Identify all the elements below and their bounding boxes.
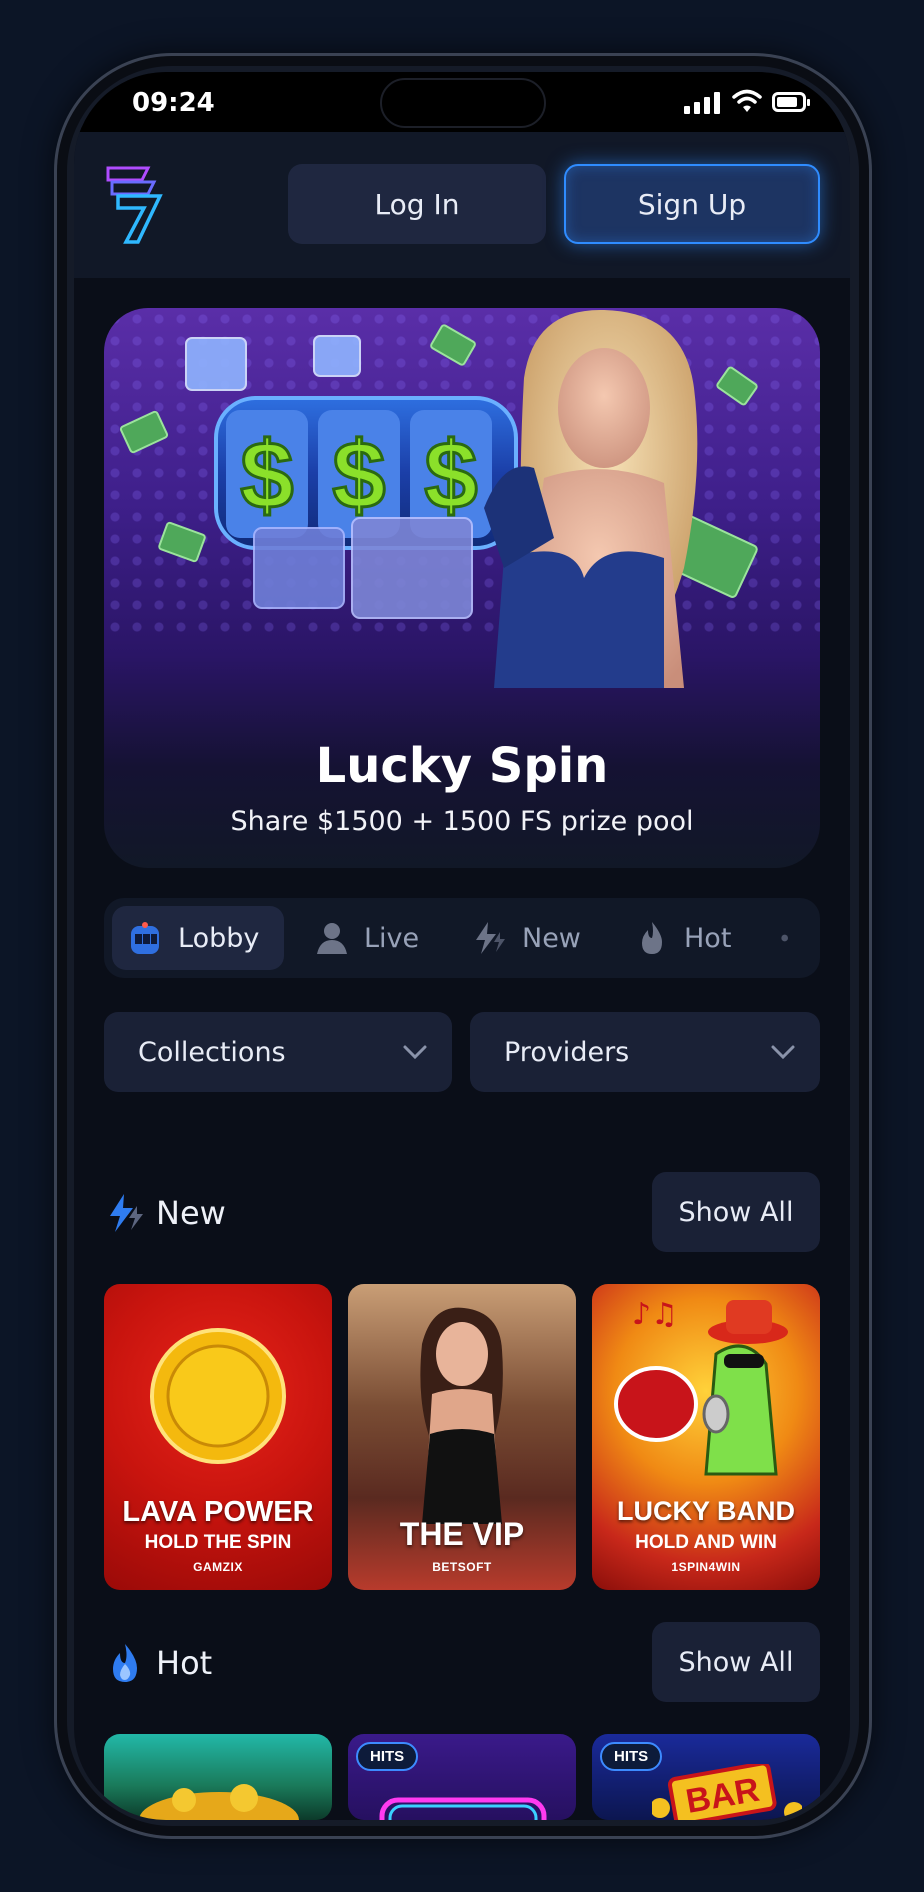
new-show-all-button[interactable]: Show All <box>652 1172 820 1252</box>
tab-lobby-label: Lobby <box>178 922 260 954</box>
svg-text:$: $ <box>424 422 477 529</box>
game-card-lucky-band[interactable]: ♪♫ LUCKY BAND HOLD AND WIN 1SPIN4WIN <box>592 1284 820 1590</box>
banner-title: Lucky Spin <box>315 738 609 794</box>
game-title: THE VIP <box>399 1516 525 1552</box>
svg-text:♪♫: ♪♫ <box>632 1297 678 1332</box>
vip-woman-art <box>420 1307 503 1524</box>
tab-new-label: New <box>522 922 581 954</box>
login-button[interactable]: Log In <box>288 164 546 244</box>
status-time: 09:24 <box>132 88 215 118</box>
game-subtitle: HOLD AND WIN <box>635 1532 777 1553</box>
game-card-the-vip[interactable]: THE VIP BETSOFT <box>348 1284 576 1590</box>
slot-machine-icon <box>131 922 159 954</box>
hot-title-label: Hot <box>156 1644 213 1682</box>
lucky-spin-artwork: $ $ $ <box>119 309 758 688</box>
tab-more-partial[interactable] <box>768 906 808 970</box>
game-subtitle: HOLD THE SPIN <box>144 1532 292 1553</box>
tab-hot[interactable]: Hot <box>618 906 747 970</box>
tab-lobby[interactable]: Lobby <box>112 906 284 970</box>
status-bar: 09:24 <box>74 72 850 132</box>
flame-icon <box>113 1644 137 1682</box>
top-header: Log In Sign Up <box>74 132 850 278</box>
wifi-icon <box>732 89 762 112</box>
gold-pile-art <box>139 1784 299 1820</box>
game-card-hot-2[interactable]: HITS <box>348 1734 576 1820</box>
signup-button[interactable]: Sign Up <box>564 164 820 244</box>
hot-show-all-button[interactable]: Show All <box>652 1622 820 1702</box>
app-screen: 09:24 Log In Sign Up $ $ $ Lucky Spin Sh… <box>74 72 850 1820</box>
battery-icon <box>772 92 810 112</box>
dynamic-island <box>380 78 546 128</box>
game-title: LAVA POWER <box>122 1496 314 1528</box>
tab-hot-label: Hot <box>684 922 732 954</box>
neon-frame-art <box>379 1797 547 1820</box>
game-card-lava-power[interactable]: LAVA POWER HOLD THE SPIN GAMZIX <box>104 1284 332 1590</box>
providers-label: Providers <box>504 1036 630 1068</box>
game-provider: BETSOFT <box>432 1560 492 1574</box>
hits-badge: HITS <box>600 1742 663 1771</box>
new-section-title: New <box>104 1192 226 1234</box>
partial-tab-icon <box>781 934 788 942</box>
promo-banner[interactable]: $ $ $ Lucky Spin Share $1500 + 1500 FS p… <box>104 308 820 868</box>
gold-coin-art <box>150 1328 286 1464</box>
banner-subtitle: Share $1500 + 1500 FS prize pool <box>230 806 694 837</box>
dealer-icon <box>317 923 347 954</box>
collections-dropdown[interactable]: Collections <box>104 1012 452 1092</box>
flame-icon <box>642 922 662 954</box>
game-provider: 1SPIN4WIN <box>671 1560 741 1574</box>
tab-new[interactable]: New <box>456 906 597 970</box>
lightning-icon <box>476 922 505 954</box>
chevron-down-icon <box>403 1045 427 1060</box>
lightning-icon <box>110 1194 143 1232</box>
hot-section-title: Hot <box>104 1642 212 1684</box>
bar-sign-art: BAR <box>652 1764 802 1820</box>
game-title: LUCKY BAND <box>616 1496 795 1526</box>
tab-live[interactable]: Live <box>298 906 435 970</box>
chevron-down-icon <box>771 1045 795 1060</box>
tab-live-label: Live <box>364 922 420 954</box>
providers-dropdown[interactable]: Providers <box>470 1012 820 1092</box>
svg-text:$: $ <box>240 422 293 529</box>
new-title-label: New <box>156 1194 226 1232</box>
game-card-hot-1[interactable] <box>104 1734 332 1820</box>
category-tabs: Lobby Live New Hot <box>104 898 820 978</box>
svg-text:$: $ <box>332 422 385 529</box>
collections-label: Collections <box>138 1036 286 1068</box>
game-provider: GAMZIX <box>193 1560 243 1574</box>
seven-logo-icon[interactable] <box>104 162 164 244</box>
hot-section-header: Hot Show All <box>104 1622 820 1702</box>
game-card-hot-3[interactable]: BAR HITS <box>592 1734 820 1820</box>
hits-badge: HITS <box>356 1742 419 1771</box>
signal-icon <box>684 92 720 114</box>
frog-band-art: ♪♫ <box>614 1297 788 1476</box>
new-section-header: New Show All <box>104 1172 820 1252</box>
